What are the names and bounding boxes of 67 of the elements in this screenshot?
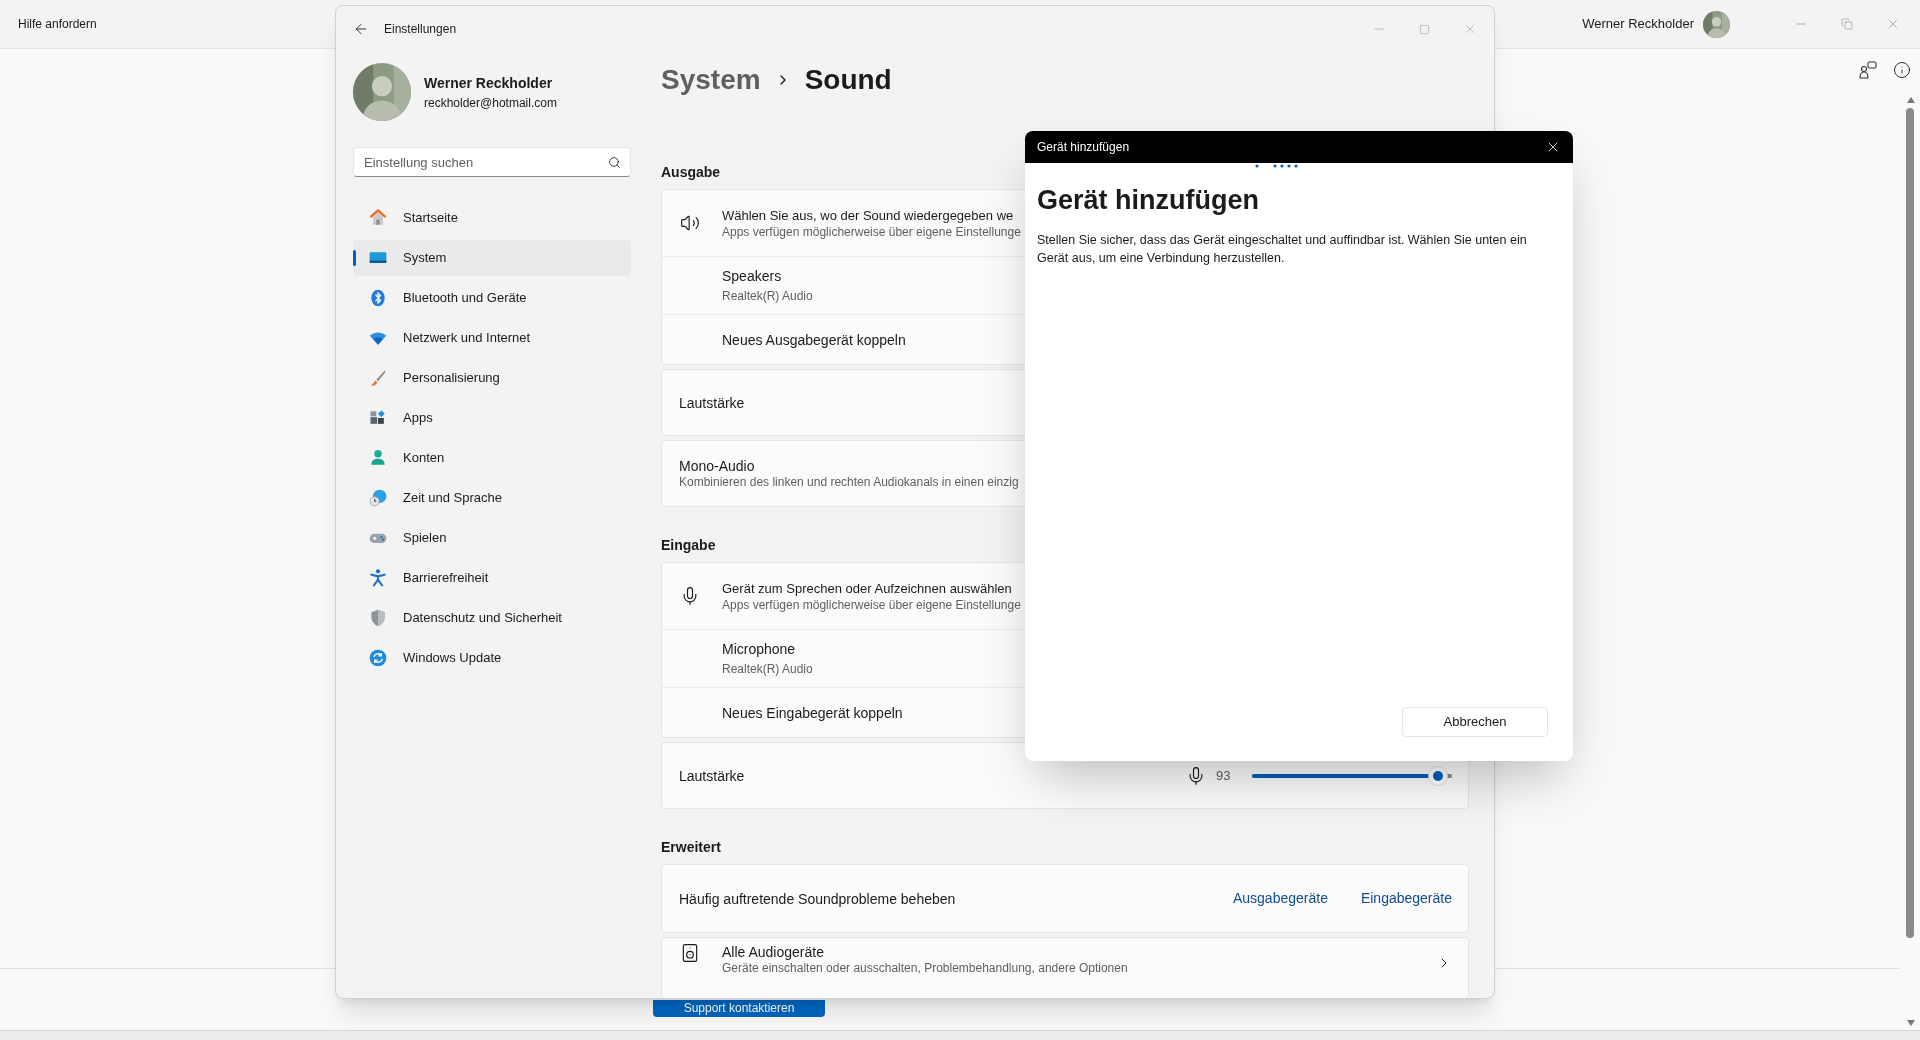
setting-title: Wählen Sie aus, wo der Sound wiedergegeben we: [722, 206, 1015, 225]
person-icon: [368, 448, 388, 468]
back-icon[interactable]: [353, 21, 369, 37]
setting-title: Speakers: [722, 267, 783, 285]
nav-item[interactable]: Spielen: [353, 520, 631, 556]
nav-item[interactable]: Konten: [353, 440, 631, 476]
setting-title: Neues Ausgabegerät koppeln: [722, 330, 906, 349]
nav-item[interactable]: Bluetooth und Geräte: [353, 280, 631, 316]
search-icon[interactable]: [608, 156, 621, 169]
section-heading: Erweitert: [661, 838, 721, 857]
shield-icon: [368, 608, 388, 628]
link[interactable]: Eingabegeräte: [1360, 888, 1452, 909]
breadcrumb-parent[interactable]: System: [661, 59, 761, 101]
setting-title: Lautstärke: [679, 766, 745, 785]
section-heading: Ausgabe: [661, 163, 721, 182]
setting-description: Realtek(R) Audio: [722, 289, 813, 304]
dialog-heading: Gerät hinzufügen: [1037, 184, 1260, 217]
section-heading: Eingabe: [661, 536, 716, 555]
brush-icon: [368, 368, 388, 388]
setting-title: Lautstärke: [679, 393, 745, 412]
setting-description: Apps verfügen möglicherweise über eigene Einstellunge: [722, 597, 1021, 613]
link[interactable]: Ausgabegeräte: [1232, 888, 1328, 909]
cancel-button[interactable]: Abbrechen: [1402, 707, 1548, 737]
setting-title: Alle Audiogeräte: [722, 943, 825, 961]
home-icon: [368, 208, 388, 228]
setting-title: Microphone: [722, 640, 797, 658]
setting-title: Gerät zum Sprechen oder Aufzeichnen auswählen: [722, 579, 1013, 598]
scrollbar-thumb[interactable]: [1906, 108, 1914, 938]
nav-item[interactable]: Apps: [353, 400, 631, 436]
speaker-icon: [680, 213, 700, 233]
scrollbar-up-icon[interactable]: [1907, 97, 1915, 103]
user-name: Werner Reckholder: [1582, 15, 1694, 34]
setting-description: Realtek(R) Audio: [722, 662, 813, 677]
nav-item[interactable]: Personalisierung: [353, 360, 631, 396]
window-title: Einstellungen: [384, 21, 457, 38]
speaker-box-icon: [680, 943, 700, 963]
info-icon[interactable]: [1893, 61, 1911, 79]
accessibility-icon: [368, 568, 388, 588]
avatar: [1703, 10, 1730, 38]
nav-item[interactable]: Datenschutz und Sicherheit: [353, 600, 631, 636]
volume-slider[interactable]: [1252, 765, 1452, 786]
nav-item[interactable]: Zeit und Sprache: [353, 480, 631, 516]
app-title: Hilfe anfordern: [18, 16, 97, 33]
nav-item[interactable]: Startseite: [353, 200, 631, 236]
volume-reading: 93: [1216, 766, 1232, 785]
refresh-icon: [368, 648, 388, 668]
setting-title: Mono-Audio: [679, 457, 756, 475]
setting-title: Neues Eingabegerät koppeln: [722, 703, 903, 722]
globe-clock-icon: [368, 488, 388, 508]
nav-item[interactable]: Netzwerk und Internet: [353, 320, 631, 356]
support-button[interactable]: Support kontaktieren: [653, 1000, 825, 1017]
setting-description: Kombinieren des linken und rechten Audiokanals in einen einzig: [679, 475, 1019, 490]
page-title: Sound: [804, 63, 892, 97]
nav-item[interactable]: System: [353, 240, 631, 276]
setting-description: Apps verfügen möglicherweise über eigene Einstellunge: [722, 224, 1021, 240]
profile-name: Werner Reckholder: [424, 73, 554, 93]
bluetooth-icon: [368, 288, 388, 308]
profile-email: reckholder@hotmail.com: [424, 94, 557, 112]
nav-item[interactable]: Windows Update: [353, 640, 631, 676]
nav-item[interactable]: Barrierefreiheit: [353, 560, 631, 596]
dialog-description: Stellen Sie sicher, dass das Gerät eingeschaltet und auffindbar ist. Wählen Sie unten ein Gerät aus, um eine Verbindung herzustellen.: [1037, 232, 1528, 267]
people-chat-icon[interactable]: [1859, 61, 1877, 79]
avatar: [353, 63, 411, 121]
setting-title: Häufig auftretende Soundprobleme beheben: [679, 889, 956, 908]
search-field[interactable]: Einstellung suchen: [353, 147, 631, 177]
setting-description: Geräte einschalten oder ausschalten, Problembehandlung, andere Optionen: [722, 961, 1128, 976]
dialog-title: Gerät hinzufügen: [1037, 139, 1130, 156]
